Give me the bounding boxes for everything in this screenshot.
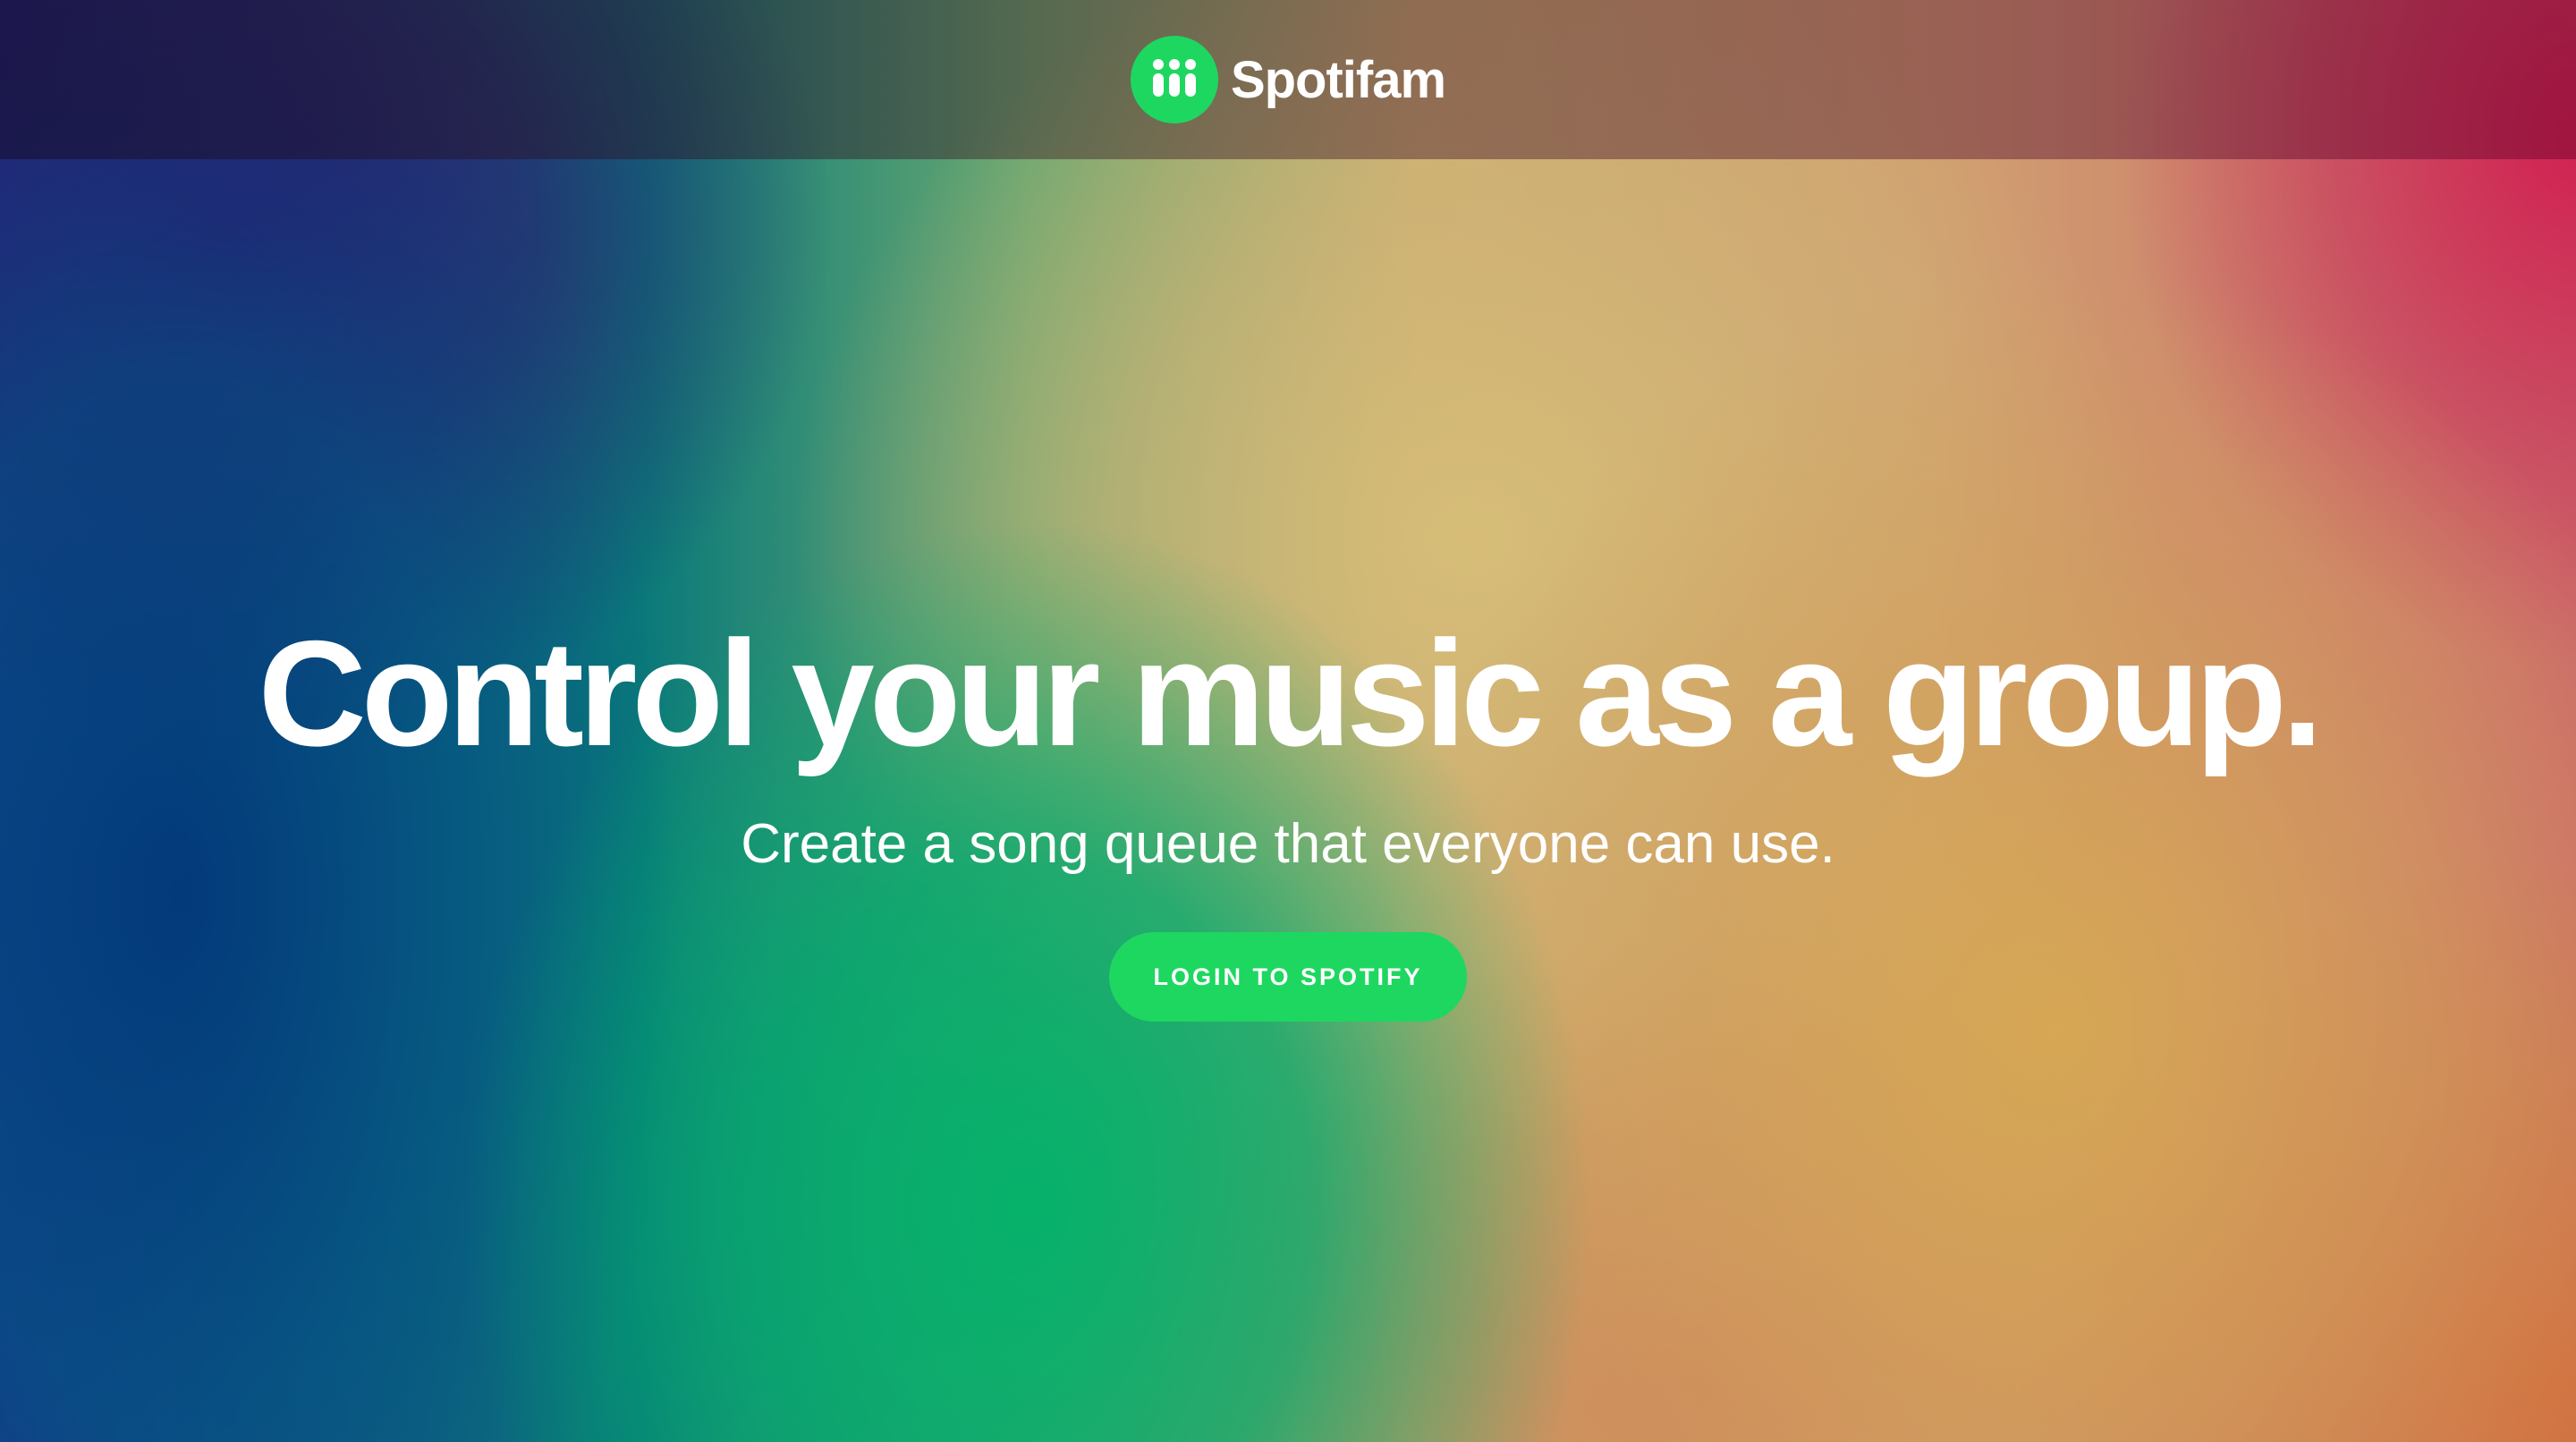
brand-name: Spotifam	[1230, 50, 1446, 109]
hero-section: Control your music as a group. Create a …	[0, 608, 2576, 1022]
brand-logo-link[interactable]: Spotifam	[1130, 36, 1446, 123]
login-to-spotify-button[interactable]: LOGIN TO SPOTIFY	[1109, 932, 1467, 1022]
landing-page: Spotifam Control your music as a group. …	[0, 0, 2576, 1442]
top-header: Spotifam	[0, 0, 2576, 159]
three-people-icon	[1130, 36, 1218, 123]
hero-subheadline: Create a song queue that everyone can us…	[741, 813, 1835, 875]
hero-headline: Control your music as a group.	[258, 609, 2323, 777]
